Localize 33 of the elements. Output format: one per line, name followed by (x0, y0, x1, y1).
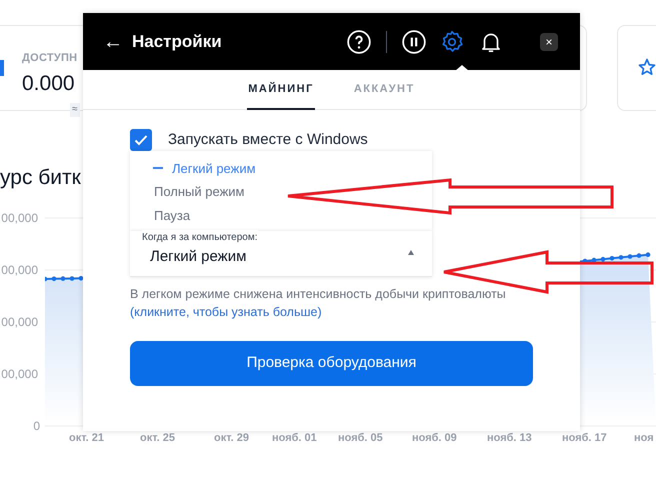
learn-more-link[interactable]: (кликните, чтобы узнать больше) (130, 303, 322, 321)
y-axis-label: 00,000 (1, 314, 38, 331)
mode-select-value: Легкий режим (150, 247, 246, 267)
x-axis-label: нояб. 05 (338, 431, 383, 446)
x-axis-label: окт. 29 (214, 431, 249, 446)
x-axis-label: нояб. 09 (412, 431, 457, 446)
dialog-title: Настройки (132, 30, 222, 53)
dropdown-option[interactable]: Пауза (130, 204, 432, 227)
dropdown-option[interactable]: Полный режим (130, 180, 432, 204)
dropdown-option[interactable]: Легкий режим (130, 156, 432, 180)
autostart-label: Запускать вместе с Windows (168, 132, 368, 148)
x-axis-label: окт. 25 (140, 431, 175, 446)
mode-select[interactable]: Когда я за компьютером: Легкий режим (130, 231, 432, 277)
settings-tab[interactable]: МАЙНИНГ (247, 70, 315, 110)
balance-label: ДОСТУПН (22, 51, 78, 66)
close-button[interactable]: × (540, 32, 558, 50)
x-axis-label: ноя (634, 431, 654, 446)
hardware-check-button[interactable]: Проверка оборудования (130, 341, 533, 386)
y-axis-label: 0 (33, 418, 40, 435)
balance-badge: ≈ (70, 103, 80, 117)
y-axis-label: 00,000 (1, 262, 38, 279)
x-axis-label: окт. 21 (69, 431, 104, 446)
chart-title: урс битк (0, 165, 81, 191)
x-axis-label: нояб. 01 (272, 431, 317, 446)
balance-value: 0.000 (22, 71, 75, 97)
mode-select-label: Когда я за компьютером: (142, 230, 258, 245)
x-axis-label: нояб. 13 (487, 431, 532, 446)
y-axis-label: 00,000 (1, 210, 38, 227)
y-axis-label: 00,000 (1, 366, 38, 383)
back-button[interactable]: ← (103, 32, 123, 52)
settings-tab[interactable]: АККАУНТ (352, 70, 416, 110)
mode-description: В легком режиме снижена интенсивность добычи криптовалюты (130, 286, 507, 303)
x-axis-label: нояб. 17 (562, 431, 607, 446)
